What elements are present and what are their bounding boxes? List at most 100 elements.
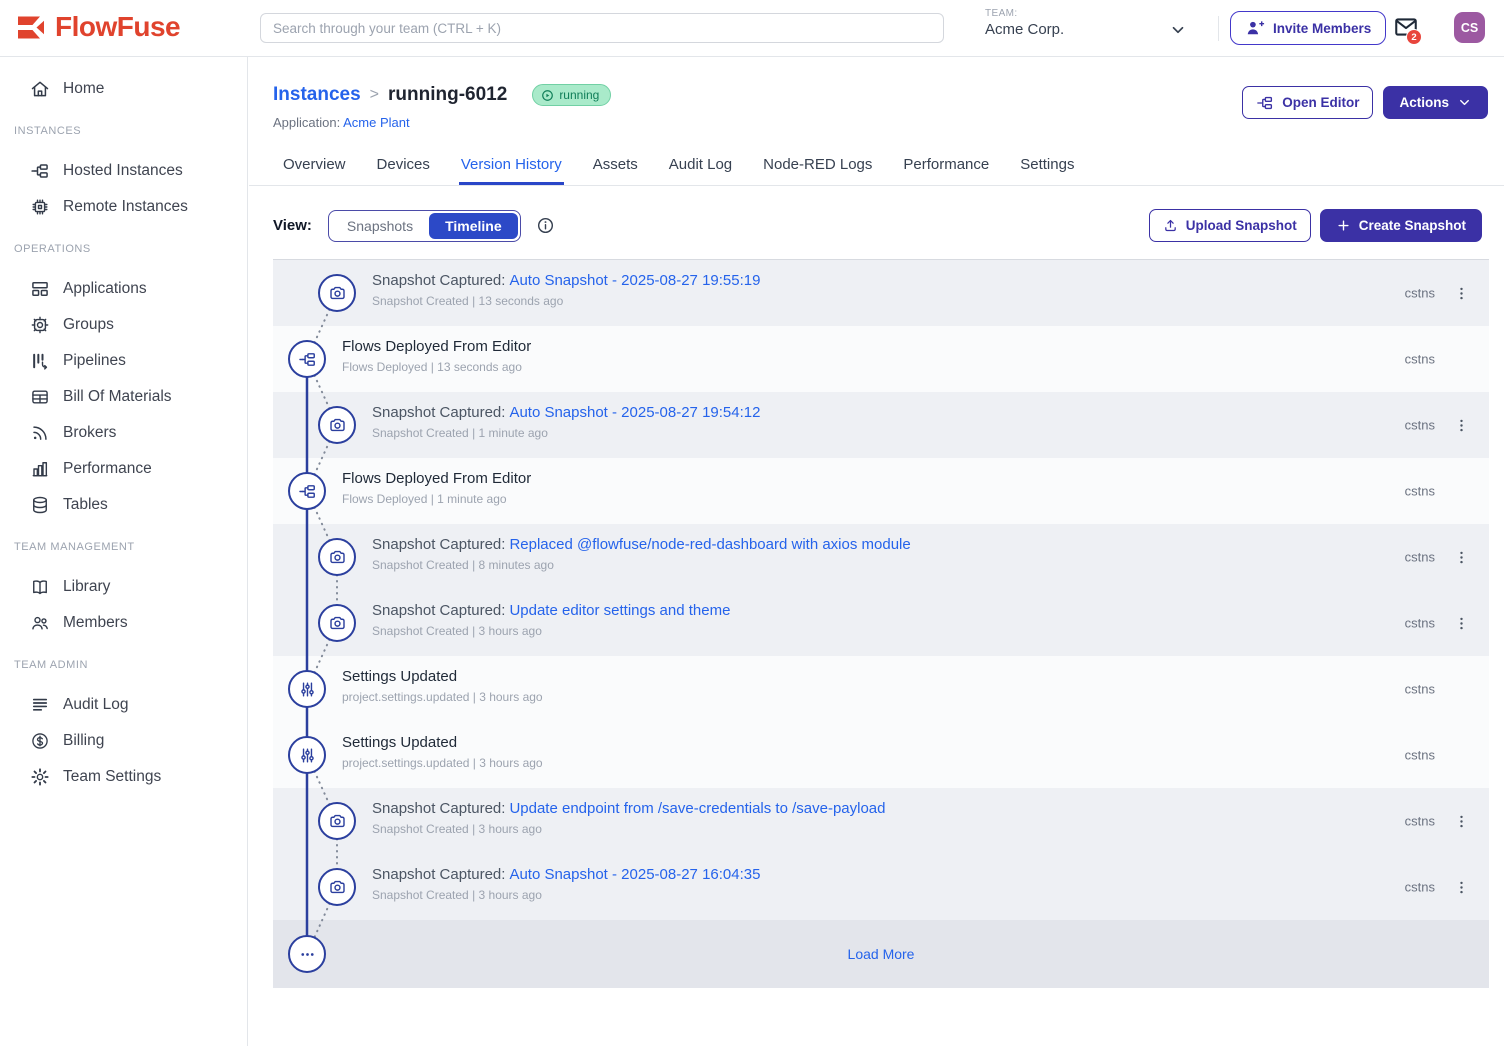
upload-snapshot-button[interactable]: Upload Snapshot (1149, 209, 1311, 242)
timeline-event-row: Flows Deployed From Editor Flows Deployed… (273, 326, 1489, 392)
tab-overview[interactable]: Overview (281, 147, 348, 185)
event-user: cstns (1405, 682, 1435, 697)
snapshot-link[interactable]: Auto Snapshot - 2025-08-27 19:55:19 (509, 272, 760, 289)
event-user: cstns (1405, 814, 1435, 829)
sidebar-item-team-settings[interactable]: Team Settings (0, 759, 247, 795)
sidebar-item-label: Performance (63, 460, 152, 478)
tab-version-history[interactable]: Version History (459, 147, 564, 185)
chevron-down-icon (1457, 95, 1472, 110)
sidebar-item-tables[interactable]: Tables (0, 487, 247, 523)
user-plus-icon (1245, 18, 1265, 38)
event-title-prefix: Snapshot Captured: (372, 536, 505, 553)
open-editor-label: Open Editor (1282, 95, 1359, 110)
avatar[interactable]: CS (1454, 12, 1485, 43)
gear-icon (30, 767, 50, 787)
event-user: cstns (1405, 286, 1435, 301)
page-header: Instances > running-6012 running Applica… (249, 57, 1504, 130)
kebab-menu-icon[interactable] (1449, 809, 1473, 833)
actions-button[interactable]: Actions (1383, 86, 1488, 119)
sidebar-item-label: Groups (63, 316, 114, 334)
create-snapshot-label: Create Snapshot (1359, 218, 1466, 233)
sidebar-item-home[interactable]: Home (0, 71, 247, 107)
sidebar-item-brokers[interactable]: Brokers (0, 415, 247, 451)
event-title: Settings Updated (342, 668, 1489, 685)
load-more-link[interactable]: Load More (848, 946, 915, 962)
open-editor-button[interactable]: Open Editor (1242, 86, 1373, 119)
view-toggle-timeline[interactable]: Timeline (429, 213, 518, 239)
sidebar-item-label: Brokers (63, 424, 116, 442)
event-title-prefix: Snapshot Captured: (372, 602, 505, 619)
application-link[interactable]: Acme Plant (343, 115, 409, 130)
sidebar-item-billing[interactable]: Billing (0, 723, 247, 759)
kebab-menu-icon[interactable] (1449, 875, 1473, 899)
sidebar-item-audit-log[interactable]: Audit Log (0, 687, 247, 723)
kebab-menu-icon[interactable] (1449, 545, 1473, 569)
event-user: cstns (1405, 550, 1435, 565)
play-circle-icon (541, 89, 554, 102)
tab-audit-log[interactable]: Audit Log (667, 147, 734, 185)
tab-devices[interactable]: Devices (375, 147, 432, 185)
sidebar: HomeINSTANCESHosted InstancesRemote Inst… (0, 57, 248, 1046)
timeline-list: Snapshot Captured:Auto Snapshot - 2025-0… (273, 259, 1489, 988)
notifications-button[interactable]: 2 (1393, 14, 1423, 44)
snapshot-link[interactable]: Replaced @flowfuse/node-red-dashboard wi… (509, 536, 910, 553)
event-title: Flows Deployed From Editor (342, 338, 1489, 355)
kebab-menu-icon[interactable] (1449, 413, 1473, 437)
topbar-divider (1218, 16, 1219, 41)
performance-icon (30, 459, 50, 479)
event-title-prefix: Snapshot Captured: (372, 866, 505, 883)
actions-label: Actions (1399, 95, 1449, 110)
event-meta: Flows Deployed | 1 minute ago (342, 492, 1489, 506)
tab-assets[interactable]: Assets (591, 147, 640, 185)
sidebar-item-groups[interactable]: Groups (0, 307, 247, 343)
team-selector[interactable]: TEAM: Acme Corp. (985, 8, 1197, 50)
tab-node-red-logs[interactable]: Node-RED Logs (761, 147, 874, 185)
sidebar-item-library[interactable]: Library (0, 569, 247, 605)
sidebar-item-label: Billing (63, 732, 104, 750)
tab-settings[interactable]: Settings (1018, 147, 1076, 185)
event-user: cstns (1405, 484, 1435, 499)
sidebar-item-hosted-instances[interactable]: Hosted Instances (0, 153, 247, 189)
search-input[interactable] (260, 13, 944, 43)
flows-icon (30, 161, 50, 181)
snapshot-link[interactable]: Update editor settings and theme (509, 602, 730, 619)
timeline-event-row: Snapshot Captured:Update editor settings… (273, 590, 1489, 656)
snapshot-link[interactable]: Auto Snapshot - 2025-08-27 16:04:35 (509, 866, 760, 883)
sidebar-item-performance[interactable]: Performance (0, 451, 247, 487)
timeline-event-row: Snapshot Captured:Update endpoint from /… (273, 788, 1489, 854)
event-meta: Snapshot Created | 3 hours ago (372, 624, 1489, 638)
sidebar-item-remote-instances[interactable]: Remote Instances (0, 189, 247, 225)
create-snapshot-button[interactable]: Create Snapshot (1320, 209, 1482, 242)
snapshot-link[interactable]: Auto Snapshot - 2025-08-27 19:54:12 (509, 404, 760, 421)
info-icon[interactable] (536, 216, 555, 235)
event-user: cstns (1405, 616, 1435, 631)
application-line: Application: Acme Plant (273, 115, 611, 130)
kebab-menu-icon[interactable] (1449, 281, 1473, 305)
snapshot-link[interactable]: Update endpoint from /save-credentials t… (509, 800, 885, 817)
sidebar-item-bill-of-materials[interactable]: Bill Of Materials (0, 379, 247, 415)
chevron-down-icon (1169, 21, 1187, 39)
event-meta: Flows Deployed | 13 seconds ago (342, 360, 1489, 374)
sidebar-item-members[interactable]: Members (0, 605, 247, 641)
chip-icon (30, 197, 50, 217)
invite-members-label: Invite Members (1273, 21, 1371, 36)
sidebar-item-pipelines[interactable]: Pipelines (0, 343, 247, 379)
breadcrumb-instances-link[interactable]: Instances (273, 84, 361, 106)
invite-members-button[interactable]: Invite Members (1230, 11, 1386, 45)
upload-snapshot-label: Upload Snapshot (1186, 218, 1297, 233)
members-icon (30, 613, 50, 633)
sidebar-item-label: Hosted Instances (63, 162, 183, 180)
kebab-menu-icon[interactable] (1449, 611, 1473, 635)
flowfuse-logo[interactable]: FlowFuse (16, 11, 180, 43)
flowfuse-logo-icon (16, 14, 46, 41)
apps-icon (30, 279, 50, 299)
top-bar: FlowFuse TEAM: Acme Corp. Invite Members… (0, 0, 1504, 57)
event-title-prefix: Snapshot Captured: (372, 272, 505, 289)
event-user: cstns (1405, 352, 1435, 367)
event-meta: Snapshot Created | 3 hours ago (372, 822, 1489, 836)
tab-performance[interactable]: Performance (901, 147, 991, 185)
sliders-icon (288, 670, 326, 708)
camera-icon (318, 868, 356, 906)
view-toggle-snapshots[interactable]: Snapshots (331, 213, 429, 239)
sidebar-item-applications[interactable]: Applications (0, 271, 247, 307)
